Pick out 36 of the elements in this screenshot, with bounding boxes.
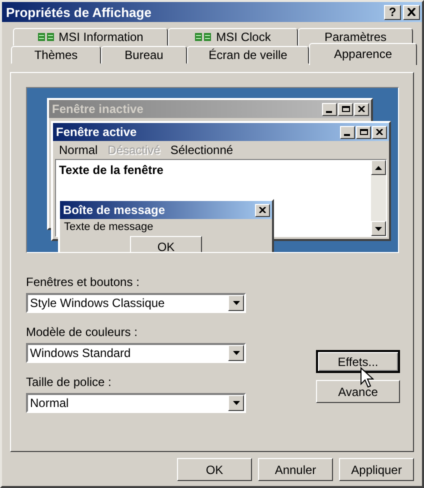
- tab[interactable]: Bureau: [101, 46, 187, 64]
- dropdown[interactable]: Windows Standard: [26, 343, 246, 363]
- minimize-icon: [340, 126, 355, 138]
- tab[interactable]: Écran de veille: [187, 46, 309, 64]
- close-icon: [407, 8, 416, 16]
- minimize-icon: [322, 102, 337, 116]
- dropdown[interactable]: Normal: [26, 393, 246, 413]
- maximize-icon: [338, 102, 353, 116]
- tab[interactable]: Thèmes: [11, 46, 101, 64]
- button[interactable]: Appliquer: [339, 458, 414, 481]
- button[interactable]: Avance: [316, 380, 400, 403]
- close-icon: [372, 126, 387, 138]
- button[interactable]: OK: [177, 458, 252, 481]
- close-icon: [354, 102, 369, 116]
- dropdown[interactable]: Style Windows Classique: [26, 293, 246, 313]
- close-icon: [255, 204, 270, 216]
- window-title: Fenêtre inactive: [52, 102, 144, 116]
- window-text: Texte de la fenêtre: [59, 163, 164, 177]
- window-title: Propriétés de Affichage: [6, 4, 152, 20]
- window-title: Fenêtre active: [56, 125, 137, 139]
- field-label: Modèle de couleurs :: [26, 325, 138, 339]
- button[interactable]: Effets...: [316, 350, 400, 373]
- tab[interactable]: MSI Information: [13, 28, 168, 46]
- chip-icon: [195, 32, 212, 42]
- tab[interactable]: MSI Clock: [168, 28, 298, 46]
- message-text: Texte de message: [64, 221, 154, 233]
- tab[interactable]: Apparence: [309, 43, 417, 65]
- field-label: Fenêtres et boutons :: [26, 275, 140, 289]
- close-button[interactable]: [403, 4, 420, 20]
- cursor-icon: [360, 367, 374, 389]
- maximize-icon: [356, 126, 371, 138]
- window-title: Boîte de message: [63, 203, 166, 217]
- chip-icon: [38, 32, 54, 42]
- button[interactable]: Annuler: [258, 458, 333, 481]
- help-button[interactable]: ?: [384, 4, 401, 20]
- field-label: Taille de police :: [26, 375, 112, 389]
